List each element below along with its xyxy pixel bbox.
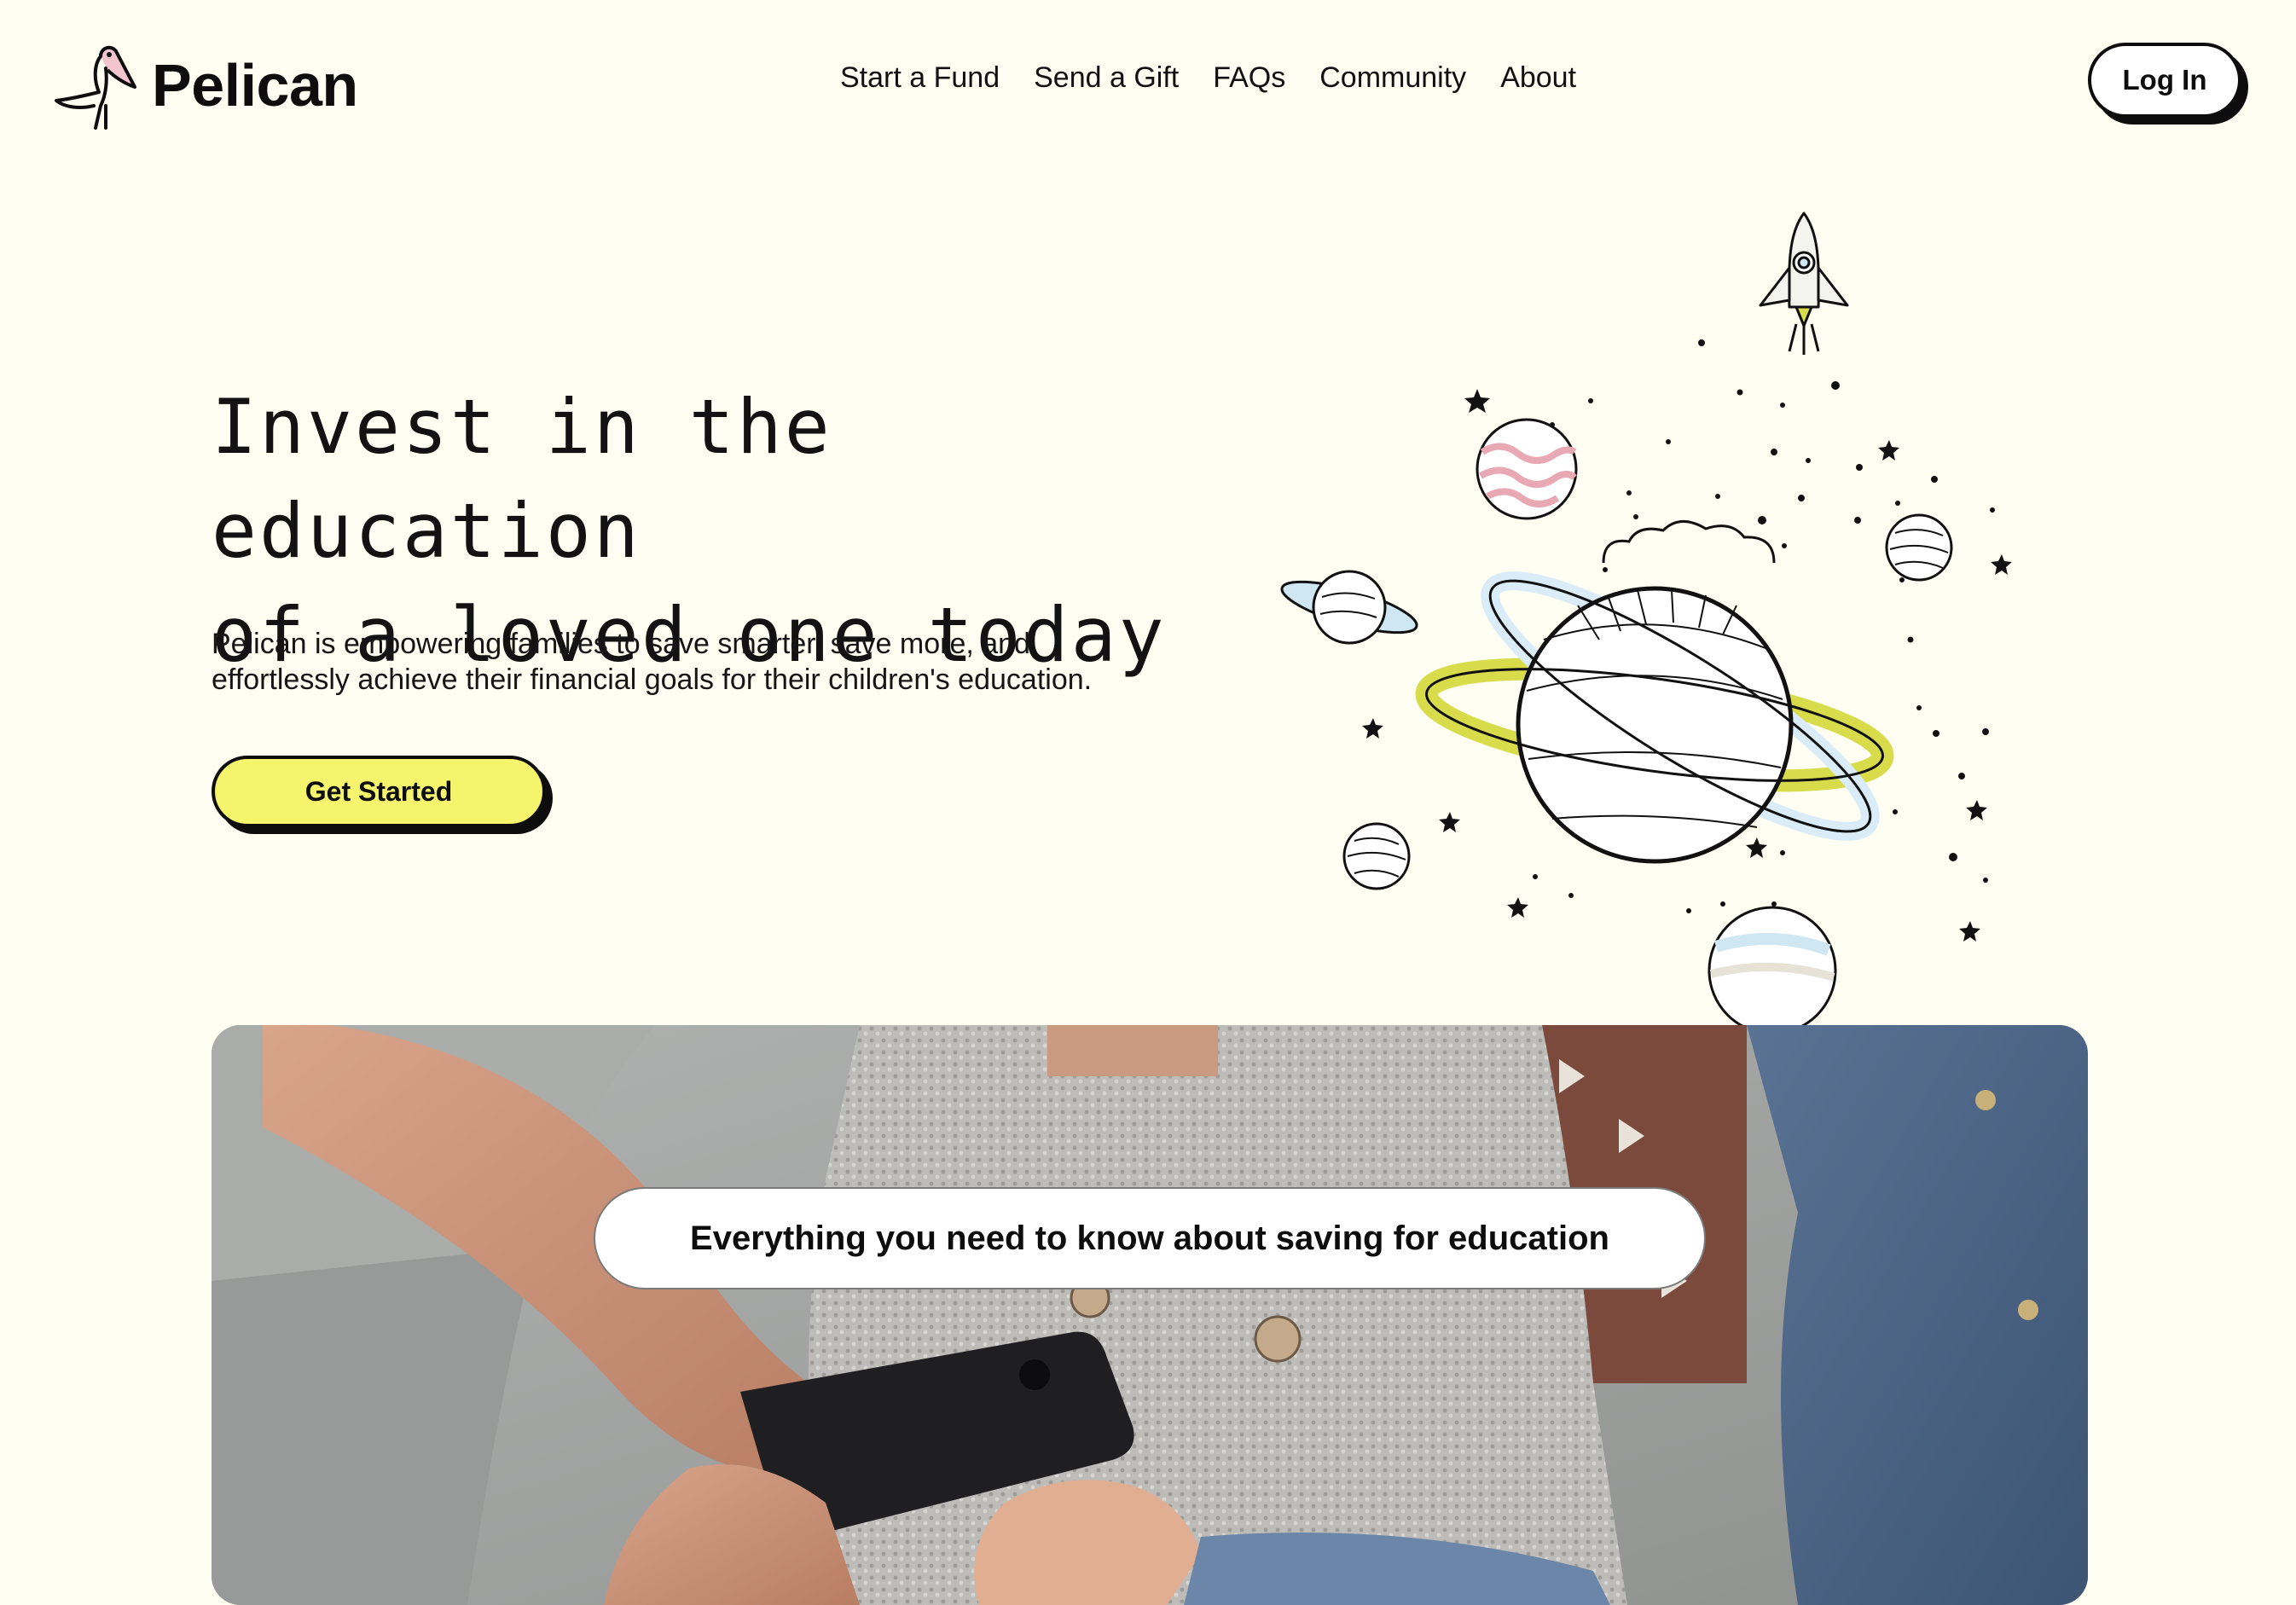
hero-subtitle-line-2: effortlessly achieve their financial goa… [212,663,1093,696]
nav-community[interactable]: Community [1319,61,1466,95]
cloud-icon [1602,520,1776,564]
space-illustration [1280,211,2012,1032]
family-phone-photo: Everything you need to know about saving… [212,1025,2088,1605]
striped-planet-icon [1342,822,1411,890]
login-button[interactable]: Log In [2088,43,2241,118]
banded-planet-icon [1708,906,1837,1032]
hero-subtitle: Pelican is empowering families to save s… [212,626,1218,698]
main-nav: Start a Fund Send a Gift FAQs Community … [840,61,1576,95]
guide-pill-button[interactable]: Everything you need to know about saving… [594,1187,1706,1289]
brand-logo[interactable]: Pelican [51,38,358,133]
get-started-button[interactable]: Get Started [212,756,546,827]
small-planet-icon [1885,513,1953,582]
hero-title-line-1: Invest in the education [212,383,832,575]
nav-send-a-gift[interactable]: Send a Gift [1034,61,1179,95]
rocket-icon [1759,211,1849,355]
photo-illustration [212,1025,2088,1605]
nav-faqs[interactable]: FAQs [1213,61,1285,95]
nav-about[interactable]: About [1500,61,1576,95]
site-header: Pelican Start a Fund Send a Gift FAQs Co… [0,0,2296,171]
brand-name: Pelican [152,52,358,119]
swirl-planet-icon [1476,418,1578,520]
pelican-icon [55,45,136,130]
hero-subtitle-line-1: Pelican is empowering families to save s… [212,628,1030,660]
saturn-planet-icon [1415,571,1894,864]
small-ringed-planet-icon [1280,570,1418,645]
nav-start-a-fund[interactable]: Start a Fund [840,61,1000,95]
